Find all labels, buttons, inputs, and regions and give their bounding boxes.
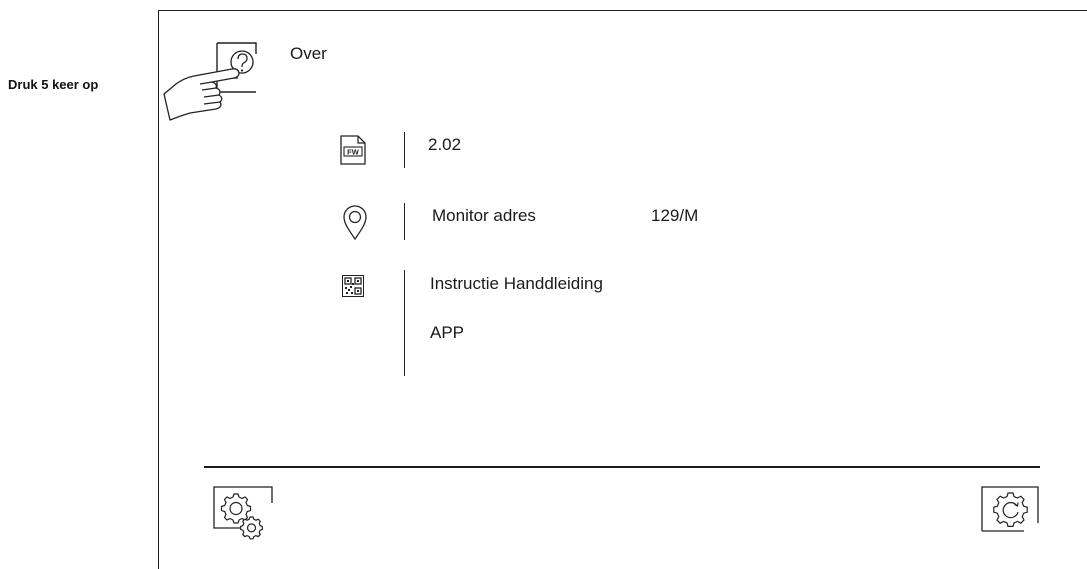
app-label: APP: [430, 323, 465, 342]
advanced-settings-icon: [220, 493, 263, 540]
monitor-screen-frame: [158, 10, 1087, 569]
instruction-manual-label: Instructie Handdleiding: [430, 274, 603, 293]
qr-code-icon: [342, 275, 364, 297]
location-pin-icon: [342, 205, 368, 241]
footer-divider: [204, 466, 1040, 468]
advanced-settings-button[interactable]: [213, 486, 274, 547]
pointing-hand-icon: [163, 68, 240, 121]
page-title: Over: [290, 44, 327, 63]
instruction-label: Druk 5 keer op: [8, 77, 99, 92]
firmware-fw-icon: FW: [339, 134, 367, 166]
reset-settings-icon: [993, 492, 1028, 527]
monitor-address-label: Monitor adres: [432, 206, 536, 225]
monitor-address-value: 129/M: [651, 206, 699, 225]
divider: [404, 203, 406, 240]
divider: [404, 132, 406, 168]
firmware-version: 2.02: [428, 135, 462, 154]
help-button[interactable]: [160, 40, 290, 130]
reset-settings-button[interactable]: [981, 486, 1042, 537]
divider: [404, 270, 406, 376]
svg-text:FW: FW: [347, 148, 360, 157]
